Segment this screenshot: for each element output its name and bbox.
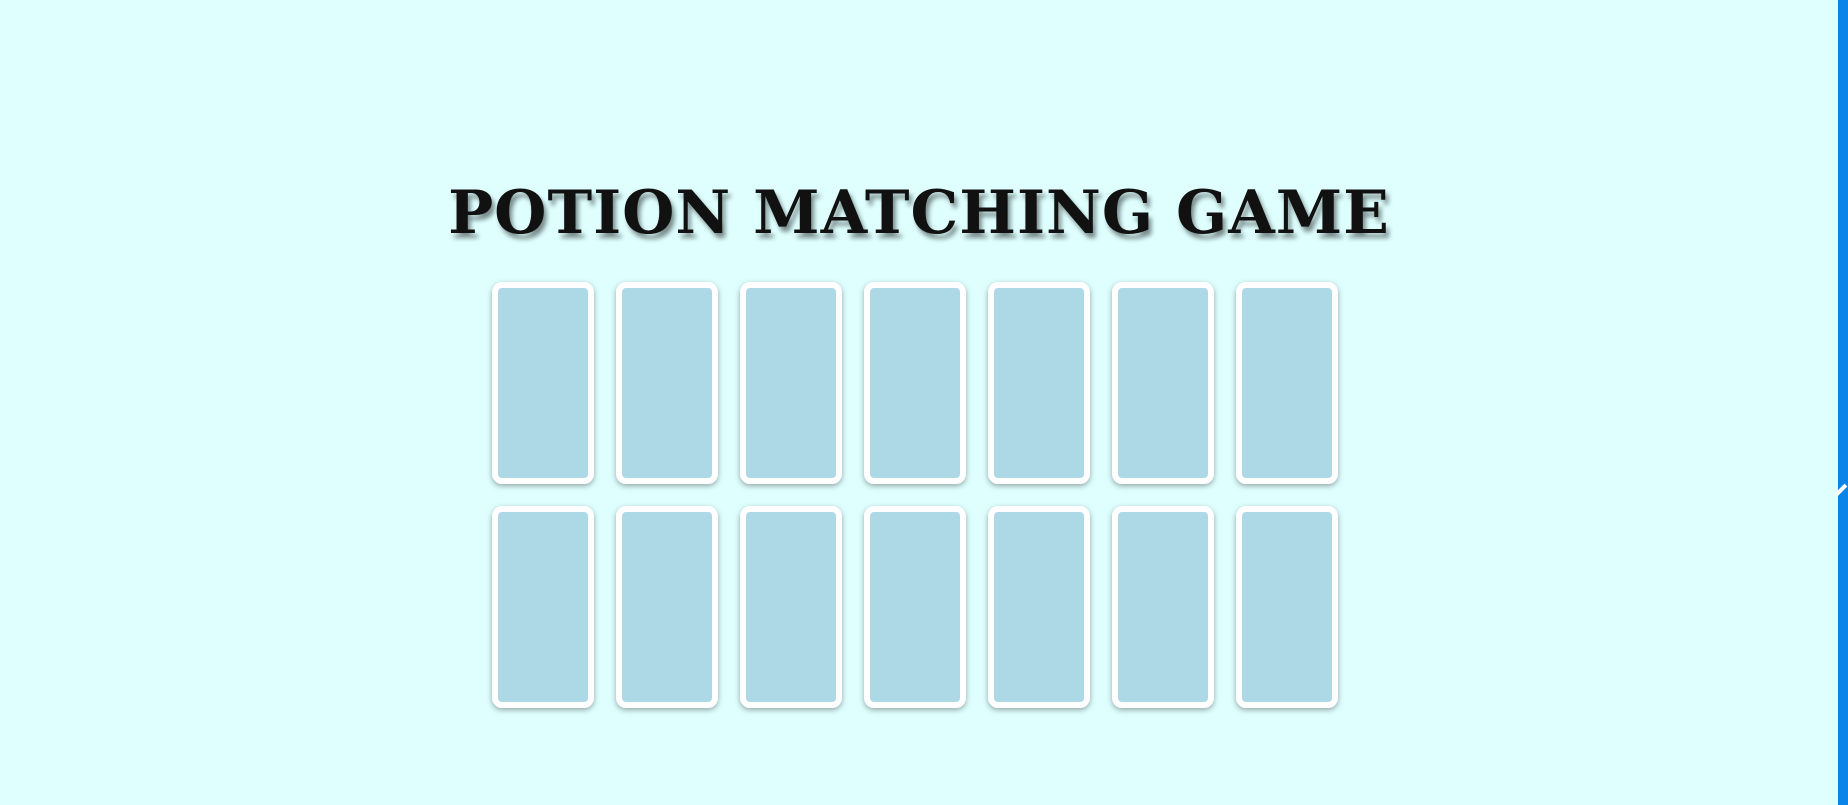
card[interactable] <box>864 282 966 484</box>
card[interactable] <box>1112 282 1214 484</box>
chevron-icon[interactable] <box>1834 483 1848 497</box>
card-grid <box>492 282 1340 708</box>
game-title: POTION MATCHING GAME <box>448 178 1390 249</box>
card[interactable] <box>616 506 718 708</box>
card[interactable] <box>492 506 594 708</box>
card[interactable] <box>740 282 842 484</box>
card[interactable] <box>740 506 842 708</box>
card[interactable] <box>616 282 718 484</box>
card[interactable] <box>864 506 966 708</box>
card[interactable] <box>1236 506 1338 708</box>
card[interactable] <box>988 282 1090 484</box>
card[interactable] <box>988 506 1090 708</box>
side-panel-edge[interactable] <box>1834 0 1848 805</box>
card[interactable] <box>1112 506 1214 708</box>
card[interactable] <box>1236 282 1338 484</box>
card[interactable] <box>492 282 594 484</box>
